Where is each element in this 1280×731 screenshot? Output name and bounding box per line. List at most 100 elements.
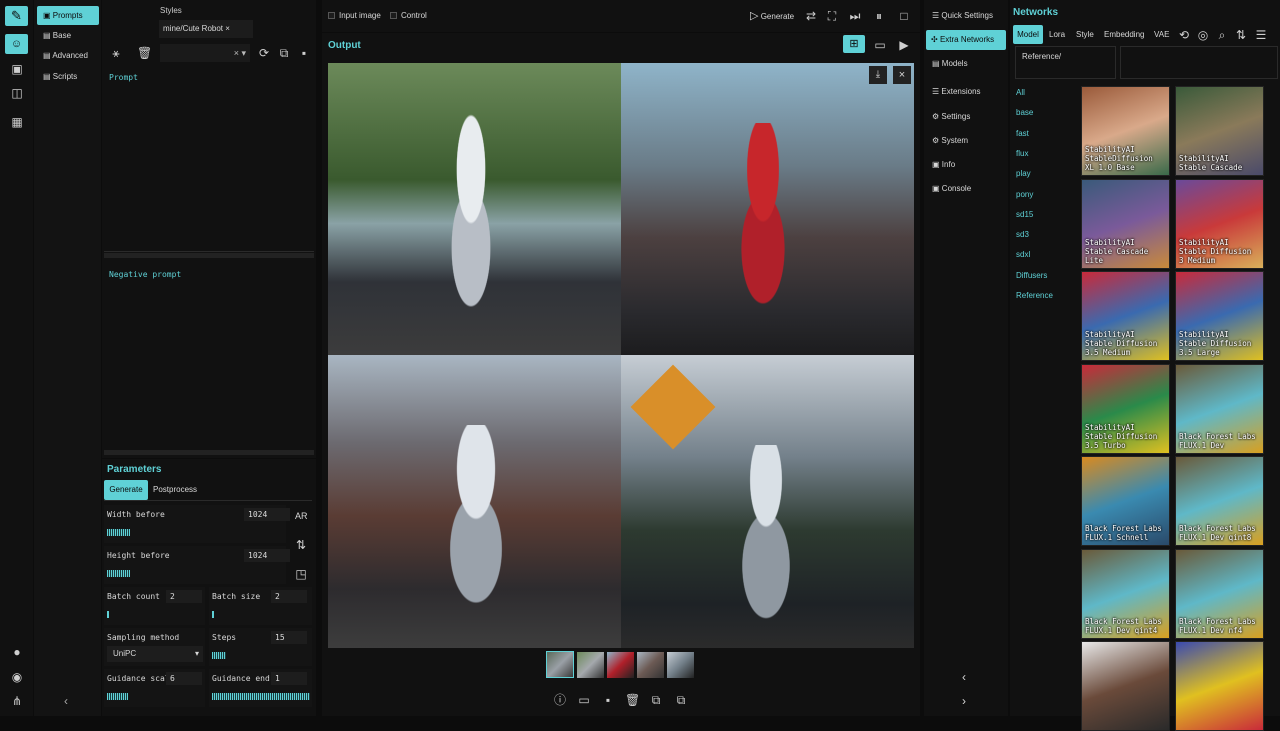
model-card[interactable]: Black Forest Labs FLUX.1 Dev nf4: [1175, 548, 1264, 639]
menu-console[interactable]: ▣ Console: [932, 184, 971, 193]
tab-lora[interactable]: Lora: [1049, 30, 1065, 39]
sitemap-icon[interactable]: ⋔: [10, 694, 24, 708]
model-card[interactable]: StabilityAI StableDiffusion XL 1.0 Base: [1081, 86, 1170, 176]
send-control-icon[interactable]: ⧉: [674, 693, 688, 707]
category-item[interactable]: pony: [1016, 190, 1033, 199]
grid-view-button[interactable]: ⊞: [843, 35, 865, 53]
copy-icon[interactable]: ⧉: [277, 46, 291, 60]
guidance-end-slider[interactable]: Guidance end 1: [209, 669, 312, 707]
tab-advanced[interactable]: ▤ Advanced: [43, 51, 88, 60]
category-item[interactable]: base: [1016, 108, 1033, 117]
category-item[interactable]: All: [1016, 88, 1025, 97]
guidance-scale-slider[interactable]: Guidance scale 6: [104, 669, 205, 707]
height-slider[interactable]: Height before 1024: [104, 546, 290, 584]
github-icon[interactable]: ●: [10, 645, 24, 659]
batch-count-value[interactable]: 2: [166, 590, 202, 603]
prompt-textarea[interactable]: [104, 68, 314, 252]
guidance-end-value[interactable]: 1: [271, 672, 307, 685]
negative-resize-bar[interactable]: [104, 450, 314, 455]
folder-icon[interactable]: ▭: [577, 693, 591, 707]
batch-size-value[interactable]: 2: [271, 590, 307, 603]
reprocess-icon[interactable]: ⇄: [804, 9, 818, 23]
model-card[interactable]: [1081, 641, 1170, 731]
steps-value[interactable]: 15: [271, 631, 307, 644]
refresh-icon[interactable]: ⟳: [257, 46, 271, 60]
category-item[interactable]: play: [1016, 169, 1031, 178]
tab-style[interactable]: Style: [1076, 30, 1094, 39]
tab-postprocess[interactable]: Postprocess: [153, 480, 197, 500]
monitor-icon[interactable]: ▭: [873, 38, 887, 52]
output-image-1[interactable]: [328, 63, 621, 355]
model-card[interactable]: StabilityAI Stable Diffusion 3.5 Turbo: [1081, 363, 1170, 454]
expand-icon[interactable]: ⛶: [825, 9, 839, 23]
model-card[interactable]: StabilityAI Stable Diffusion 3.5 Medium: [1081, 271, 1170, 361]
output-image-4[interactable]: [621, 355, 914, 648]
trash-icon[interactable]: 🗑: [137, 46, 152, 60]
search-icon[interactable]: ⌕: [1215, 28, 1229, 42]
target-icon[interactable]: ◎: [1196, 28, 1210, 42]
magic-icon[interactable]: ⚹: [109, 46, 123, 60]
control-checkbox[interactable]: [390, 12, 397, 19]
menu-models[interactable]: ▤ Models: [932, 59, 968, 68]
model-card[interactable]: StabilityAI Stable Diffusion 3 Medium: [1175, 178, 1264, 269]
model-card[interactable]: Black Forest Labs FLUX.1 Dev: [1175, 363, 1264, 454]
batch-count-slider[interactable]: Batch count 2: [104, 587, 205, 625]
refresh-icon[interactable]: ⟲: [1177, 28, 1191, 42]
sampling-select[interactable]: UniPC ▾: [107, 646, 203, 662]
thumbnail-4[interactable]: [637, 652, 664, 678]
model-card[interactable]: StabilityAI Stable Diffusion 3.5 Large: [1175, 271, 1264, 361]
sort-icon[interactable]: ⇅: [1234, 28, 1248, 42]
tab-prompts[interactable]: ▣ Prompts: [37, 6, 99, 25]
model-card[interactable]: Black Forest Labs FLUX.1 Dev qint8: [1175, 456, 1264, 546]
download-icon[interactable]: ⤓: [869, 66, 887, 84]
category-item[interactable]: Reference: [1016, 291, 1053, 300]
width-slider[interactable]: Width before 1024: [104, 505, 290, 543]
info-icon[interactable]: ⓘ: [553, 693, 567, 707]
stop-icon[interactable]: □: [897, 9, 911, 23]
output-image-2[interactable]: ⤓ ×: [621, 63, 914, 355]
tab-scripts[interactable]: ▤ Scripts: [43, 72, 77, 81]
menu-settings[interactable]: ⚙ Settings: [932, 112, 970, 121]
send-icon[interactable]: ⧉: [649, 693, 663, 707]
thumbnail-1[interactable]: [546, 651, 574, 678]
model-card[interactable]: Black Forest Labs FLUX.1 Dev qint4: [1081, 548, 1170, 639]
menu-extra-networks[interactable]: ✣ Extra Networks: [926, 30, 1006, 50]
category-item[interactable]: Diffusers: [1016, 271, 1047, 280]
thumbnail-2[interactable]: [577, 652, 604, 678]
video-icon[interactable]: ▶: [897, 38, 911, 52]
generate-button[interactable]: ▷ Generate: [750, 9, 794, 22]
thumbnail-5[interactable]: [667, 652, 694, 678]
output-image-3[interactable]: [328, 355, 621, 648]
input-image-checkbox[interactable]: [328, 12, 335, 19]
logo-icon[interactable]: ✎: [5, 6, 28, 26]
save-icon[interactable]: ▪: [297, 46, 311, 60]
discord-icon[interactable]: ◉: [10, 670, 24, 684]
category-item[interactable]: flux: [1016, 149, 1028, 158]
save-icon[interactable]: ▪: [601, 693, 615, 707]
menu-system[interactable]: ⚙ System: [932, 136, 968, 145]
category-item[interactable]: fast: [1016, 129, 1029, 138]
collapse-left-icon[interactable]: ‹: [64, 694, 68, 708]
model-card[interactable]: StabilityAI Stable Cascade Lite: [1081, 178, 1170, 269]
calendar-icon[interactable]: ▦: [10, 115, 24, 129]
model-card[interactable]: Black Forest Labs FLUX.1 Schnell: [1081, 456, 1170, 546]
swap-icon[interactable]: ⇅: [294, 538, 308, 552]
pause-icon[interactable]: ⏸: [872, 9, 886, 23]
layout-icon[interactable]: ◫: [10, 86, 24, 100]
close-icon[interactable]: ×: [893, 66, 911, 84]
category-item[interactable]: sd3: [1016, 230, 1029, 239]
chevron-left-icon[interactable]: ‹: [962, 670, 966, 684]
trash-icon[interactable]: 🗑: [625, 693, 640, 707]
menu-info[interactable]: ▣ Info: [932, 160, 955, 169]
menu-extensions[interactable]: ☰ Extensions: [932, 87, 981, 96]
width-value[interactable]: 1024: [244, 508, 290, 521]
close-icon[interactable]: ×: [225, 24, 230, 33]
tab-generate[interactable]: Generate: [104, 480, 148, 500]
style-chip[interactable]: mine/Cute Robot ×: [159, 20, 253, 38]
style-select[interactable]: × ▾: [160, 44, 250, 62]
model-card[interactable]: StabilityAI Stable Cascade: [1175, 86, 1264, 176]
guidance-scale-value[interactable]: 6: [166, 672, 202, 685]
model-card[interactable]: [1175, 641, 1264, 731]
chevron-right-icon[interactable]: ›: [962, 694, 966, 708]
negative-prompt-textarea[interactable]: [104, 264, 314, 448]
